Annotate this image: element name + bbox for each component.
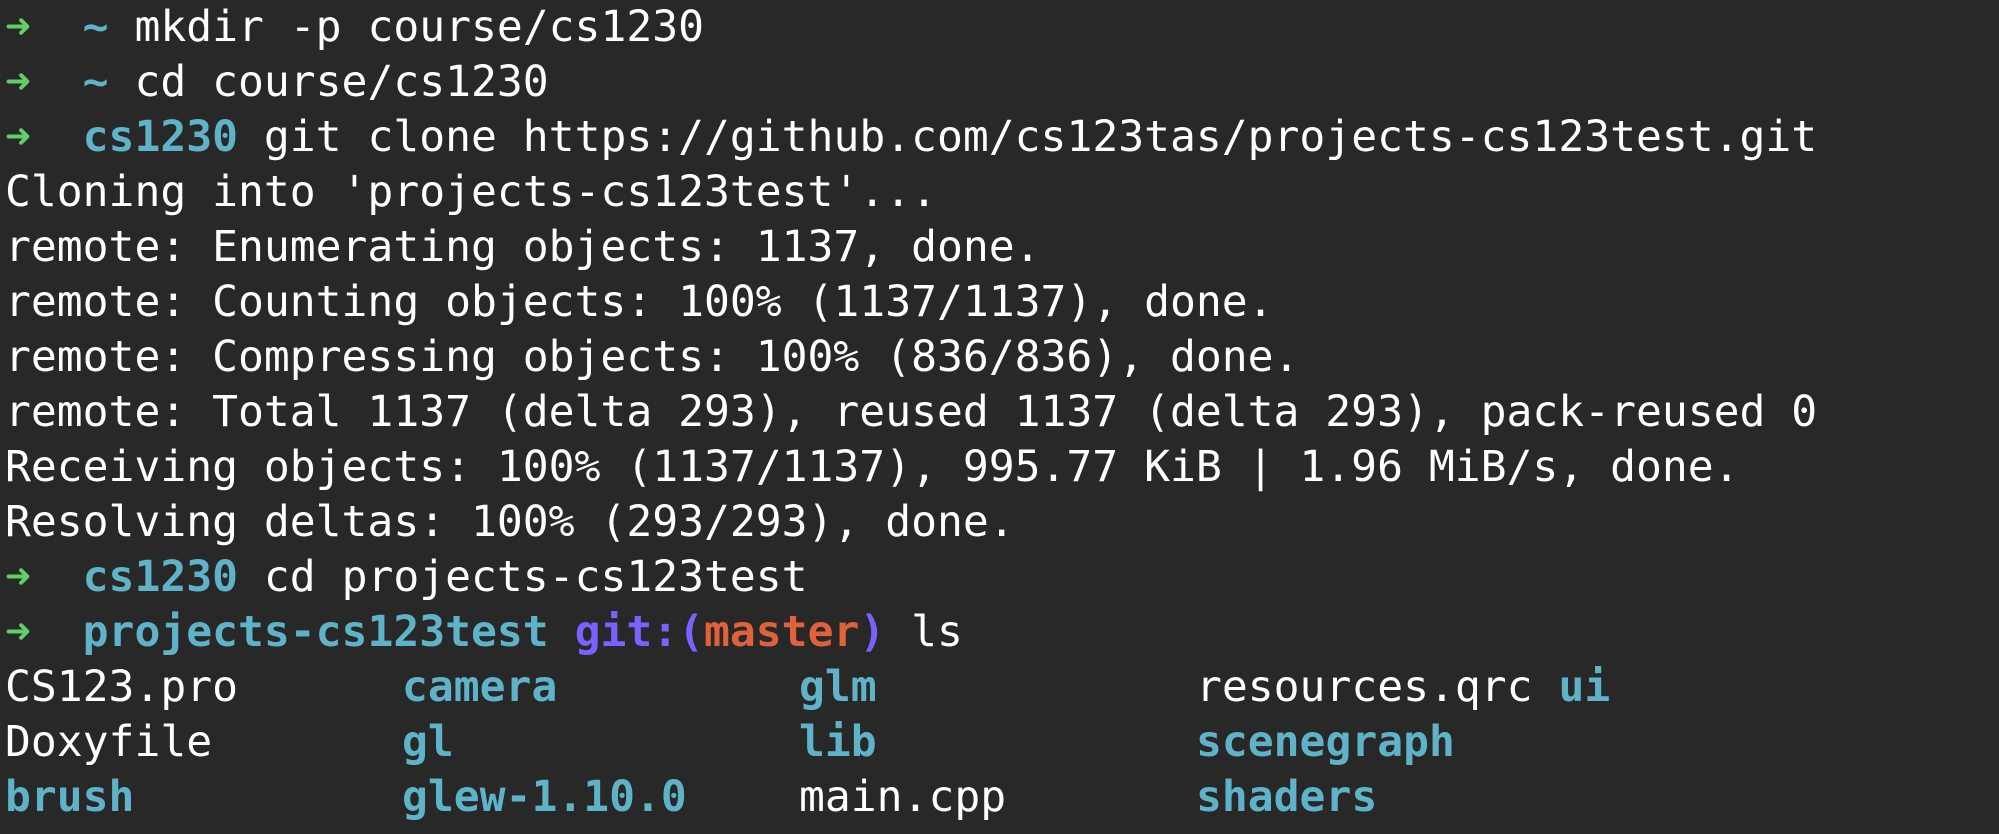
output-line: remote: Compressing objects: 100% (836/8… (5, 332, 1300, 382)
output-line: remote: Counting objects: 100% (1137/113… (5, 277, 1274, 327)
ls-file-entry: resources.qrc (1196, 662, 1533, 712)
output-line: Resolving deltas: 100% (293/293), done. (5, 497, 1015, 547)
prompt-directory: cs1230 (82, 552, 239, 602)
ls-file-entry: CS123.pro (5, 662, 238, 712)
ls-directory-entry: lib (799, 717, 877, 767)
prompt-arrow-icon: ➜ (5, 2, 31, 52)
command-text: ls (911, 607, 963, 657)
command-text: cd course/cs1230 (134, 57, 549, 107)
output-line: Receiving objects: 100% (1137/1137), 995… (5, 442, 1740, 492)
ls-directory-entry: shaders (1196, 772, 1378, 822)
ls-directory-entry: camera (402, 662, 558, 712)
ls-directory-entry: gl (402, 717, 454, 767)
prompt-arrow-icon: ➜ (5, 57, 31, 107)
command-text: git clone https://github.com/cs123tas/pr… (263, 112, 1818, 162)
prompt-directory: ~ (82, 2, 109, 52)
output-line: remote: Enumerating objects: 1137, done. (5, 222, 1041, 272)
ls-output-row: brush glew-1.10.0 main.cpp shaders (5, 770, 1999, 825)
command-text: mkdir -p course/cs1230 (134, 2, 704, 52)
ls-directory-entry: glm (799, 662, 877, 712)
git-label: git:( (574, 607, 705, 657)
prompt-arrow-icon: ➜ (5, 112, 31, 162)
ls-directory-entry: scenegraph (1196, 717, 1455, 767)
ls-output-row: Doxyfile gl lib scenegraph (5, 715, 1999, 770)
ls-directory-entry: brush (5, 772, 135, 822)
terminal-window[interactable]: ➜ ~ mkdir -p course/cs1230 ➜ ~ cd course… (0, 0, 1999, 834)
output-line: remote: Total 1137 (delta 293), reused 1… (5, 387, 1818, 437)
ls-directory-entry: ui (1558, 662, 1611, 712)
git-branch: master (704, 607, 860, 657)
prompt-arrow-icon: ➜ (5, 607, 31, 657)
prompt-directory: projects-cs123test (82, 607, 549, 657)
command-text: cd projects-cs123test (263, 552, 808, 602)
terminal-line: ➜ cs1230 git clone https://github.com/cs… (5, 110, 1999, 165)
ls-file-entry: Doxyfile (5, 717, 213, 767)
terminal-line: ➜ projects-cs123test git:(master) ls (5, 605, 1999, 660)
prompt-directory: cs1230 (82, 112, 239, 162)
output-line: Cloning into 'projects-cs123test'... (5, 167, 937, 217)
ls-file-entry: main.cpp (799, 772, 1007, 822)
terminal-line: ➜ ~ cd course/cs1230 (5, 55, 1999, 110)
terminal-line: ➜ ~ mkdir -p course/cs1230 (5, 0, 1999, 55)
ls-output-row: CS123.pro camera glm resources.qrc ui (5, 660, 1999, 715)
ls-entry-group: resources.qrc ui (1196, 660, 1610, 715)
prompt-directory: ~ (82, 57, 109, 107)
ls-directory-entry: glew-1.10.0 (402, 772, 687, 822)
terminal-line: ➜ cs1230 cd projects-cs123test (5, 550, 1999, 605)
prompt-arrow-icon: ➜ (5, 552, 31, 602)
git-label-close: ) (859, 607, 886, 657)
